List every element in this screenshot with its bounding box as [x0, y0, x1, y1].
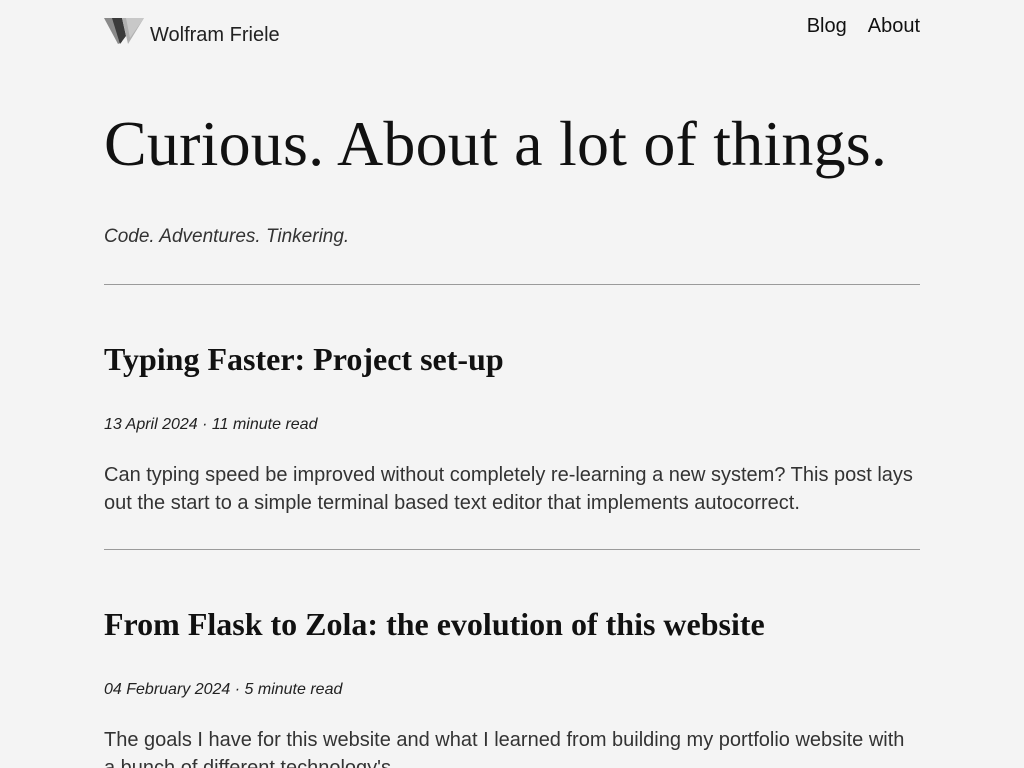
nav-blog-link[interactable]: Blog [807, 15, 847, 38]
divider [104, 284, 920, 285]
hero-tagline: Code. Adventures. Tinkering. [104, 226, 350, 247]
post-item: Typing Faster: Project set-up 13 April 2… [104, 340, 920, 514]
post-item: From Flask to Zola: the evolution of thi… [104, 605, 920, 768]
page-container: Wolfram Friele Blog About Curious. About… [104, 0, 920, 768]
site-header: Wolfram Friele Blog About [104, 0, 920, 64]
home-link[interactable]: Wolfram Friele [104, 14, 280, 47]
site-name: Wolfram Friele [150, 24, 280, 46]
wf-logo-icon [104, 17, 144, 44]
nav-about-link[interactable]: About [868, 15, 920, 38]
divider [104, 549, 920, 550]
post-excerpt: Can typing speed be improved without com… [104, 464, 913, 514]
post-title-link[interactable]: Typing Faster: Project set-up [104, 340, 920, 378]
top-nav: Blog About [807, 15, 920, 38]
hero-title: Curious. About a lot of things. [104, 108, 888, 179]
post-title-link[interactable]: From Flask to Zola: the evolution of thi… [104, 605, 920, 643]
post-meta: 04 February 2024 · 5 minute read [104, 681, 343, 698]
post-excerpt: The goals I have for this website and wh… [104, 729, 905, 768]
post-meta: 13 April 2024 · 11 minute read [104, 416, 318, 433]
